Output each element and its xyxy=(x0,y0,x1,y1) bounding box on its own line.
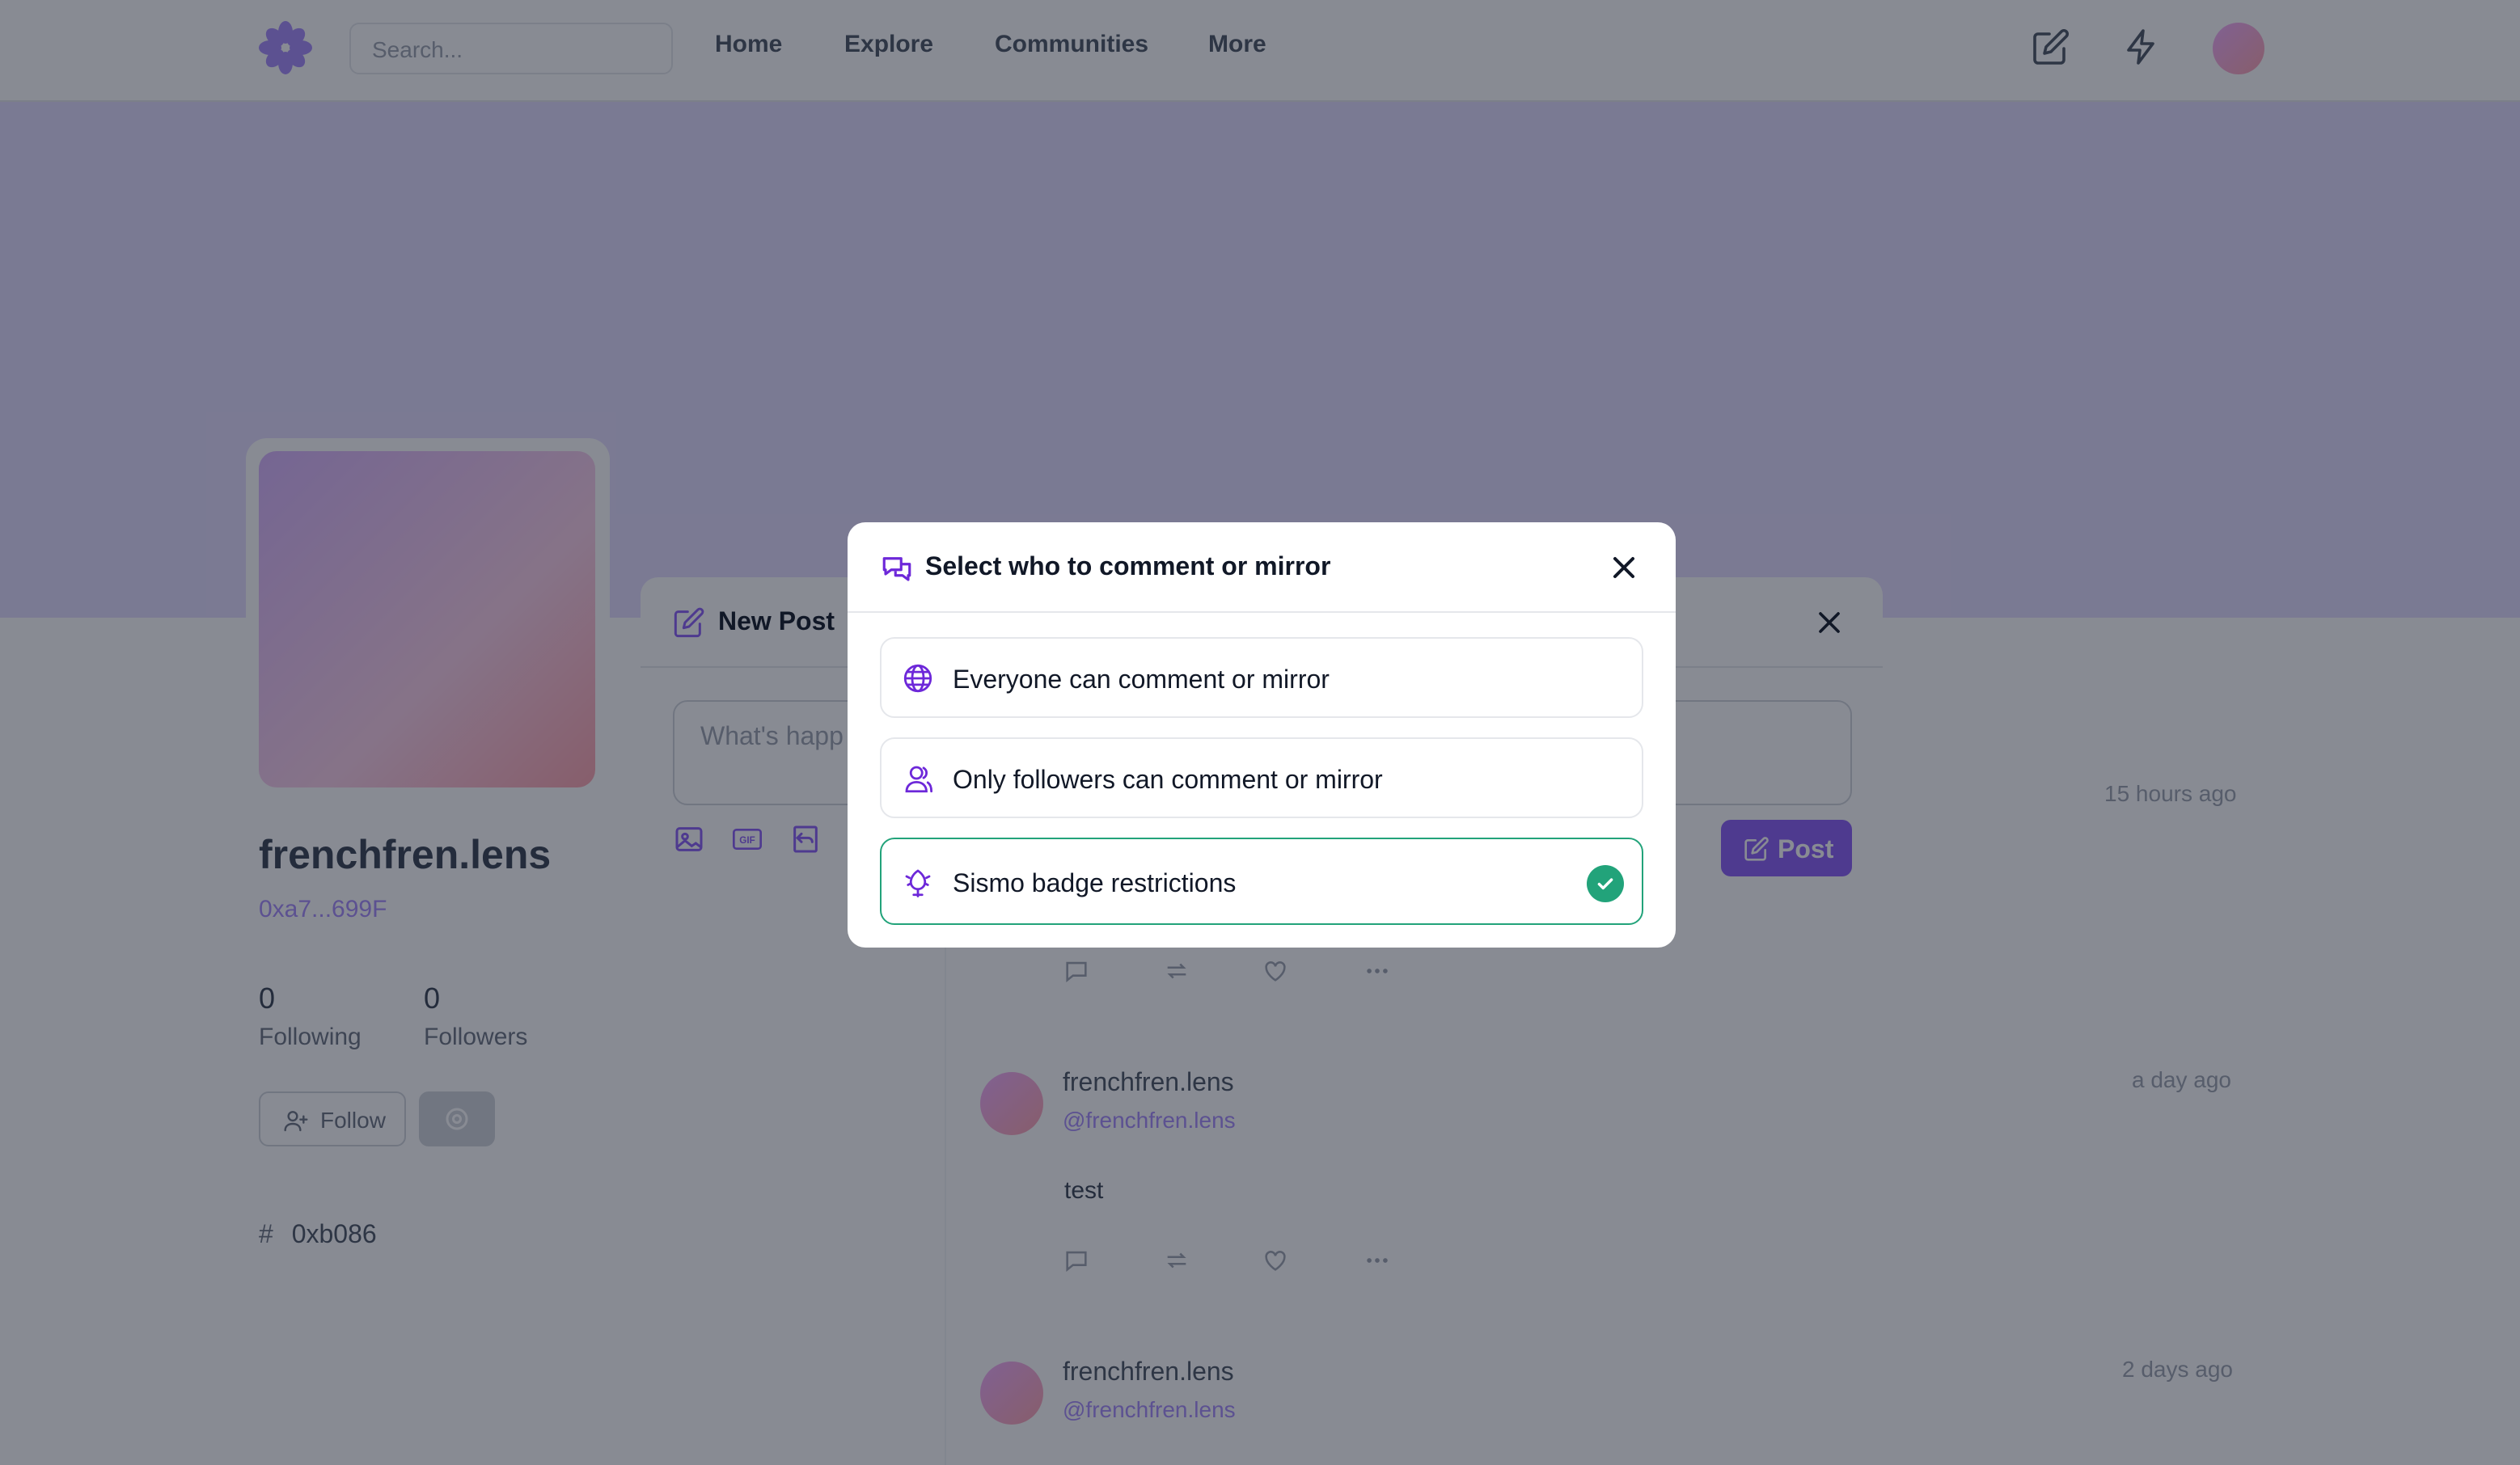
option-everyone[interactable]: Everyone can comment or mirror xyxy=(880,637,1643,718)
users-icon xyxy=(905,766,933,793)
modal-header: Select who to comment or mirror xyxy=(848,522,1676,613)
comment-permission-modal: Select who to comment or mirror Everyone… xyxy=(848,522,1676,948)
selected-check-icon xyxy=(1587,865,1624,902)
close-icon[interactable] xyxy=(1606,550,1642,585)
sismo-icon xyxy=(905,869,931,897)
option-sismo-label: Sismo badge restrictions xyxy=(953,868,1237,897)
globe-icon xyxy=(903,664,932,693)
option-sismo[interactable]: Sismo badge restrictions xyxy=(880,838,1643,925)
chat-bubbles-icon xyxy=(882,557,911,581)
option-followers-label: Only followers can comment or mirror xyxy=(953,765,1383,794)
option-everyone-label: Everyone can comment or mirror xyxy=(953,665,1330,694)
modal-title: Select who to comment or mirror xyxy=(925,551,1331,581)
option-followers[interactable]: Only followers can comment or mirror xyxy=(880,737,1643,818)
